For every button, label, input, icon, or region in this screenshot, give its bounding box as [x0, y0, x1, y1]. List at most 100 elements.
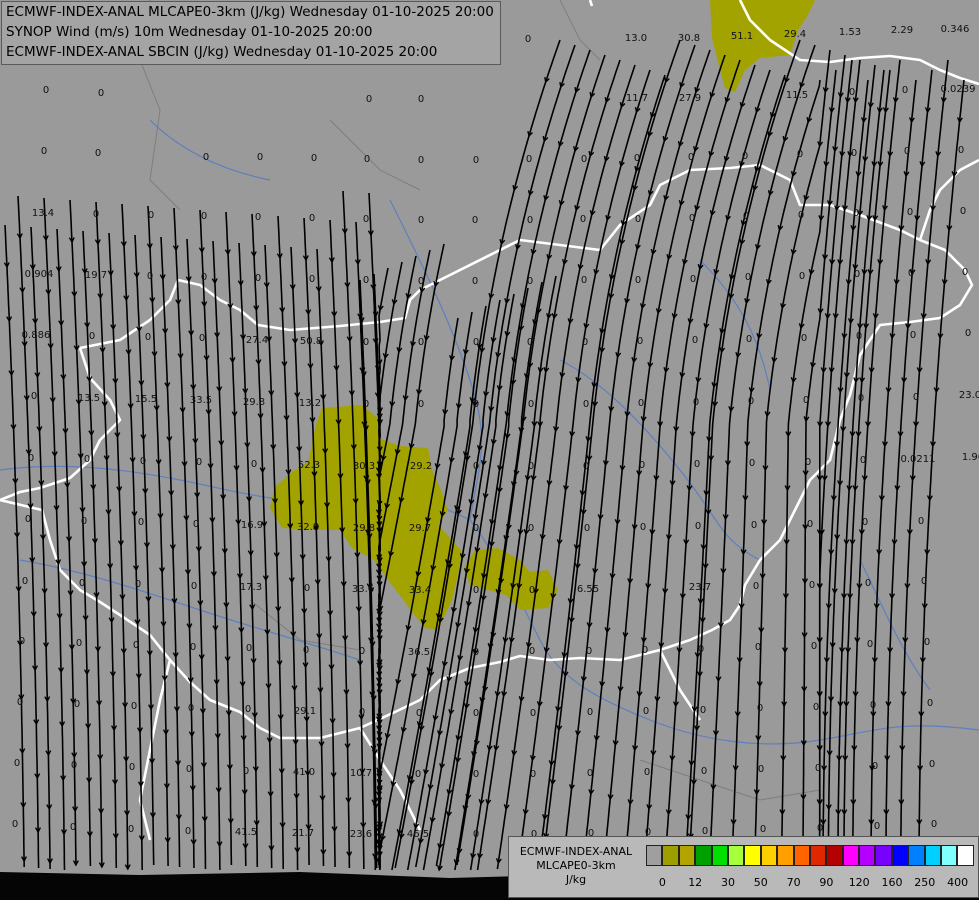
cape-value: 0	[639, 460, 645, 471]
cape-value: 0	[473, 155, 479, 166]
cape-value: 0	[418, 155, 424, 166]
cape-value: 0	[147, 271, 153, 282]
cape-value: 0	[813, 702, 819, 713]
cape-value: 0	[473, 647, 479, 658]
cape-value: 0	[587, 768, 593, 779]
cape-value: 0	[748, 396, 754, 407]
cape-value: 0	[872, 761, 878, 772]
cape-value: 0	[643, 706, 649, 717]
map-header: ECMWF-INDEX-ANAL MLCAPE0-3km (J/kg) Wedn…	[1, 1, 501, 65]
legend-swatch	[826, 845, 843, 866]
header-line-cin: ECMWF-INDEX-ANAL SBCIN (J/kg) Wednesday …	[6, 44, 438, 60]
cape-value: 0	[191, 581, 197, 592]
cape-value: 0	[584, 523, 590, 534]
cape-value: 0	[695, 521, 701, 532]
cape-value: 0	[246, 643, 252, 654]
legend-swatches	[646, 845, 974, 866]
cape-value: 0	[580, 214, 586, 225]
cape-value: 0	[581, 154, 587, 165]
cape-value: 0	[862, 517, 868, 528]
cape-value: 0	[635, 214, 641, 225]
legend-tick-label: 30	[721, 876, 735, 889]
cape-value: 0	[799, 271, 805, 282]
cape-value: 17.3	[240, 582, 262, 593]
cape-value: 11.5	[786, 90, 808, 101]
cape-value: 0	[303, 645, 309, 656]
cape-value: 0	[694, 459, 700, 470]
cape-value: 0	[760, 824, 766, 835]
cape-value: 13.5	[78, 393, 100, 404]
cape-value: 0	[76, 638, 82, 649]
cape-value: 0	[415, 769, 421, 780]
cape-value: 0.886	[22, 330, 51, 341]
cape-value: 0	[749, 458, 755, 469]
cape-value: 0	[527, 337, 533, 348]
cape-value: 0	[854, 269, 860, 280]
cape-value: 0	[41, 146, 47, 157]
cape-value: 29.7	[409, 523, 431, 534]
cape-value: 0.346	[941, 24, 970, 35]
cape-value: 0	[311, 153, 317, 164]
cape-value: 0	[19, 636, 25, 647]
cape-value: 0	[582, 337, 588, 348]
cape-value: 0	[931, 819, 937, 830]
legend-swatch	[777, 845, 794, 866]
cape-value: 0	[874, 821, 880, 832]
cape-value: 0	[637, 336, 643, 347]
cape-value: 0	[201, 211, 207, 222]
cape-value: 0	[190, 642, 196, 653]
cape-value: 23.7	[689, 582, 711, 593]
cape-value: 0	[635, 275, 641, 286]
cape-value: 0	[12, 819, 18, 830]
cape-value: 0	[245, 704, 251, 715]
cape-value: 0	[583, 461, 589, 472]
cape-value: 0	[526, 154, 532, 165]
header-line-cape: ECMWF-INDEX-ANAL MLCAPE0-3km (J/kg) Wedn…	[6, 4, 494, 20]
cape-value: 0	[698, 644, 704, 655]
cape-value: 0	[918, 516, 924, 527]
cape-value: 0	[363, 399, 369, 410]
color-legend: ECMWF-INDEX-ANAL MLCAPE0-3km J/kg 0 12 30 5…	[508, 836, 979, 898]
cape-value: 0	[25, 514, 31, 525]
cape-value: 0	[473, 829, 479, 840]
cape-value: 11.7	[626, 93, 648, 104]
cape-value: 0	[690, 274, 696, 285]
cape-value: 0	[418, 94, 424, 105]
cape-value: 46.5	[407, 829, 429, 840]
cape-value: 0	[587, 707, 593, 718]
cape-value: 0	[908, 268, 914, 279]
cape-value: 0	[801, 333, 807, 344]
cape-value: 0	[418, 276, 424, 287]
cape-value: 0	[363, 214, 369, 225]
cape-value: 0	[251, 459, 257, 470]
cape-value: 0	[634, 153, 640, 164]
cape-value: 0	[138, 517, 144, 528]
cape-value: 0	[186, 764, 192, 775]
cape-value: 0	[644, 767, 650, 778]
cape-value: 0	[473, 399, 479, 410]
cape-value: 0.0211	[901, 454, 936, 465]
cape-value: 0	[84, 454, 90, 465]
cape-value: 0	[527, 215, 533, 226]
cape-value: 0	[817, 823, 823, 834]
cape-value: 0	[753, 581, 759, 592]
legend-swatch	[859, 845, 876, 866]
cape-value: 0	[359, 646, 365, 657]
cape-value: 0	[851, 148, 857, 159]
legend-swatch	[957, 845, 974, 866]
cape-value: 0	[304, 583, 310, 594]
cape-value: 0.904	[25, 269, 54, 280]
cape-value: 0	[473, 337, 479, 348]
cape-value: 0	[133, 640, 139, 651]
cape-value: 0	[638, 398, 644, 409]
cape-value: 0	[418, 215, 424, 226]
cape-value: 51.1	[731, 31, 753, 42]
cape-value: 0	[473, 461, 479, 472]
cape-value: 0	[363, 275, 369, 286]
cape-value: 0	[43, 85, 49, 96]
cape-value: 1.96	[962, 452, 979, 463]
cape-value: 29.1	[294, 706, 316, 717]
cape-value: 0	[199, 333, 205, 344]
legend-swatch	[875, 845, 892, 866]
legend-tick-label: 0	[658, 876, 666, 889]
